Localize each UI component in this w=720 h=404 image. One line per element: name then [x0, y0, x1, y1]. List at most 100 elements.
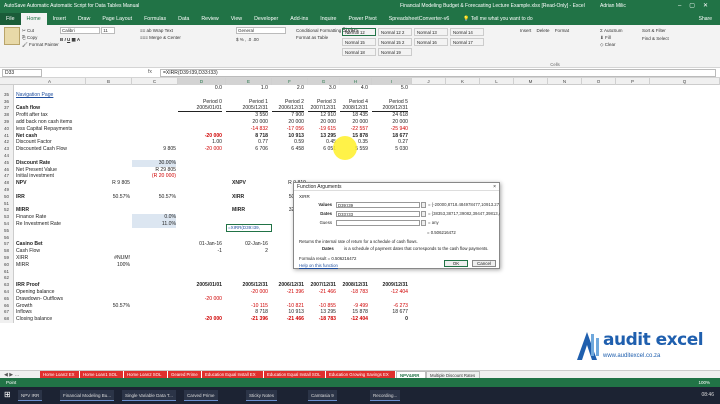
- row-label[interactable]: Cash flow: [16, 105, 86, 112]
- conditional-formatting-button[interactable]: Conditional Formatting: [296, 27, 341, 34]
- tab-formulas[interactable]: Formulas: [138, 13, 172, 25]
- help-link[interactable]: Help on this function: [299, 263, 338, 268]
- taskbar-item[interactable]: NPV IRR: [18, 390, 43, 401]
- tab-review[interactable]: Review: [195, 13, 224, 25]
- cell-value[interactable]: 2007/12/31: [308, 105, 336, 113]
- row-number[interactable]: 58: [0, 248, 14, 255]
- cancel-button[interactable]: Cancel: [472, 260, 496, 267]
- cell-value[interactable]: 2006/12/31: [272, 105, 304, 113]
- cell-value[interactable]: 11.0%: [132, 221, 176, 228]
- style-normal-17[interactable]: Normal 17: [450, 38, 484, 46]
- cell-value[interactable]: 6 051: [308, 146, 336, 153]
- cell-value[interactable]: 2005/01/01: [178, 105, 222, 113]
- number-format-buttons[interactable]: $ % , .0 .00: [236, 37, 292, 42]
- tab-developer[interactable]: Developer: [248, 13, 284, 25]
- cell-value[interactable]: 20 000: [226, 119, 268, 126]
- row-label[interactable]: Casino Bet: [16, 241, 86, 248]
- col-header[interactable]: I: [372, 78, 412, 85]
- cell-value[interactable]: 9 805: [132, 146, 176, 153]
- row-label[interactable]: Opening balance: [16, 289, 86, 296]
- col-header[interactable]: P: [616, 78, 650, 85]
- cell-value[interactable]: -20 000: [178, 146, 222, 153]
- row-number[interactable]: 60: [0, 261, 14, 269]
- cell-value[interactable]: -1: [178, 248, 222, 255]
- cell-value[interactable]: (R 20 000): [132, 173, 176, 180]
- row-number[interactable]: 57: [0, 241, 14, 249]
- row-label[interactable]: Finance Rate: [16, 214, 86, 221]
- style-normal-19[interactable]: Normal 19: [378, 48, 412, 56]
- cell-value[interactable]: 2005/12/31: [226, 282, 269, 289]
- cell-value[interactable]: 20 000: [340, 119, 368, 126]
- row-label[interactable]: Discount Rate: [16, 160, 86, 167]
- row-number[interactable]: 48: [0, 180, 14, 187]
- cell-value[interactable]: Period 4: [340, 99, 368, 106]
- cell-value[interactable]: 01-Jan-16: [178, 241, 222, 248]
- taskbar-item[interactable]: Recording...: [370, 390, 401, 401]
- style-normal-15-2[interactable]: Normal 15 2: [378, 38, 412, 46]
- row-label[interactable]: MIRR: [16, 207, 86, 214]
- row-number[interactable]: 38: [0, 112, 14, 119]
- tab-spreadsheetconverter[interactable]: SpreadsheetConverter-v6: [383, 13, 456, 25]
- style-normal-12[interactable]: Normal 12: [342, 28, 376, 36]
- row-number[interactable]: 40: [0, 125, 14, 133]
- guess-field[interactable]: [336, 220, 420, 226]
- cell-value[interactable]: -21 466: [272, 316, 304, 323]
- cell-value[interactable]: 20 000: [372, 119, 408, 126]
- cell-value[interactable]: 10 913: [272, 309, 304, 316]
- cell-value[interactable]: Period 0: [178, 99, 222, 106]
- cell-value[interactable]: 0.27: [372, 139, 408, 146]
- tab-view[interactable]: View: [225, 13, 248, 25]
- taskbar-item[interactable]: Carved Prime: [184, 390, 218, 401]
- cell-value[interactable]: 2006/12/31: [272, 282, 305, 289]
- cell-value[interactable]: -18 783: [308, 316, 336, 323]
- style-normal-16[interactable]: Normal 16: [414, 38, 448, 46]
- col-header[interactable]: L: [480, 78, 514, 85]
- timeline-value[interactable]: 0.0: [178, 85, 222, 92]
- close-icon[interactable]: ×: [493, 183, 496, 191]
- cell-value[interactable]: -21 396: [272, 289, 304, 296]
- range-select-icon[interactable]: [421, 202, 426, 208]
- cell-value[interactable]: 20 000: [272, 119, 304, 126]
- row-label[interactable]: Closing balance: [16, 316, 86, 323]
- cell-value[interactable]: -9 499: [340, 303, 368, 310]
- cell-value[interactable]: -10 821: [272, 303, 304, 310]
- name-box[interactable]: D33: [2, 69, 42, 77]
- tab-insert[interactable]: Insert: [47, 13, 72, 25]
- formula-input[interactable]: =XIRR(D39:I39,D33:I33): [160, 69, 716, 77]
- timeline-value[interactable]: 2.0: [272, 85, 304, 92]
- tab-add-ins[interactable]: Add-ins: [284, 13, 314, 25]
- style-normal-15[interactable]: Normal 15: [342, 38, 376, 46]
- cell-value[interactable]: -10 115: [226, 303, 268, 310]
- col-header[interactable]: G: [308, 78, 340, 85]
- row-number[interactable]: 37: [0, 105, 14, 113]
- row-label[interactable]: Growth: [16, 303, 86, 310]
- cell-value[interactable]: Period 3: [308, 99, 336, 106]
- tab-data[interactable]: Data: [172, 13, 195, 25]
- tab-draw[interactable]: Draw: [72, 13, 96, 25]
- row-number[interactable]: 63: [0, 282, 14, 289]
- cell-value[interactable]: -14 832: [226, 126, 268, 133]
- cell-value[interactable]: -18 783: [340, 289, 368, 296]
- row-number[interactable]: 36: [0, 98, 14, 106]
- cell-value[interactable]: 3 550: [226, 112, 268, 119]
- tell-me-box[interactable]: 💡 Tell me what you want to do: [463, 16, 532, 22]
- ok-button[interactable]: OK: [444, 260, 468, 267]
- bold-italic-underline[interactable]: B I U ▦ A: [60, 37, 130, 43]
- cell-value[interactable]: -6 273: [372, 303, 408, 310]
- row-number[interactable]: 35: [0, 91, 14, 99]
- cell-value[interactable]: 18 435: [340, 112, 368, 119]
- row-number[interactable]: 41: [0, 132, 14, 140]
- cell-value[interactable]: 0.0%: [132, 214, 176, 221]
- taskbar-item[interactable]: Financial Modeling Bu...: [60, 390, 115, 401]
- cell-value[interactable]: 0.45: [308, 139, 336, 146]
- col-header[interactable]: C: [132, 78, 178, 85]
- user-name[interactable]: Adrian Milic: [600, 3, 626, 9]
- cell-value[interactable]: R 29 805: [132, 167, 176, 174]
- col-header[interactable]: E: [226, 78, 272, 85]
- timeline-value[interactable]: 4.0: [340, 85, 368, 92]
- row-label[interactable]: Profit after tax: [16, 112, 86, 119]
- style-normal-14[interactable]: Normal 14: [450, 28, 484, 36]
- col-header[interactable]: J: [412, 78, 446, 85]
- row-number[interactable]: 65: [0, 295, 14, 303]
- cell-value[interactable]: 2008/12/31: [340, 282, 369, 289]
